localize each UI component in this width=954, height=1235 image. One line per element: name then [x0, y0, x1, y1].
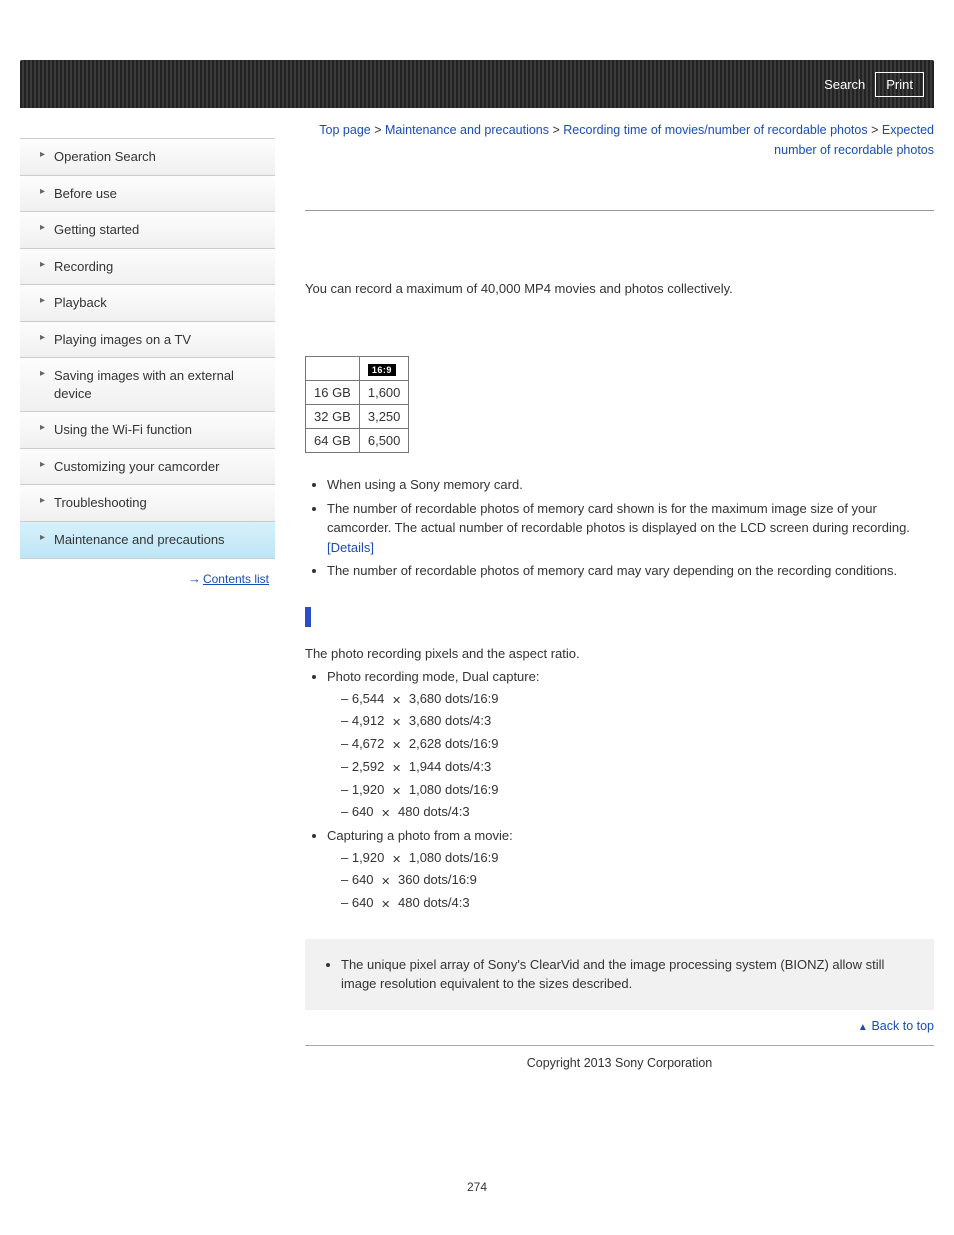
triangle-up-icon: ▲: [858, 1022, 868, 1033]
table-value: 3,250: [359, 405, 409, 429]
mode-item: Photo recording mode, Dual capture: 6,54…: [327, 667, 934, 824]
mode-item: Capturing a photo from a movie: 1,920 ✕ …: [327, 826, 934, 915]
table-value: 6,500: [359, 429, 409, 453]
table-capacity: 64 GB: [306, 429, 360, 453]
sidebar-item-maintenance[interactable]: Maintenance and precautions: [20, 522, 275, 559]
note-text: The number of recordable photos of memor…: [327, 501, 910, 536]
resolution-item: 640 ✕ 360 dots/16:9: [341, 869, 934, 892]
sidebar-item-before-use[interactable]: Before use: [20, 176, 275, 213]
divider: [305, 210, 934, 211]
intro-text: You can record a maximum of 40,000 MP4 m…: [305, 281, 934, 296]
sidebar-item-wifi[interactable]: Using the Wi-Fi function: [20, 412, 275, 449]
breadcrumb-maintenance[interactable]: Maintenance and precautions: [385, 123, 549, 137]
note-box: The unique pixel array of Sony's ClearVi…: [305, 939, 934, 1010]
resolution-item: 4,912 ✕ 3,680 dots/4:3: [341, 710, 934, 733]
resolution-item: 1,920 ✕ 1,080 dots/16:9: [341, 847, 934, 870]
breadcrumb: Top page > Maintenance and precautions >…: [305, 120, 934, 160]
contents-list-link[interactable]: Contents list: [203, 572, 269, 586]
photos-table: 16:9 16 GB 1,600 32 GB 3,250 64 GB 6,500: [305, 356, 409, 453]
resolution-item: 1,920 ✕ 1,080 dots/16:9: [341, 779, 934, 802]
multiply-icon: ✕: [388, 714, 405, 733]
ratio-badge-icon: 16:9: [368, 364, 396, 376]
sidebar-item-operation-search[interactable]: Operation Search: [20, 139, 275, 176]
header-bar: Search Print: [20, 60, 934, 108]
sidebar-item-recording[interactable]: Recording: [20, 249, 275, 286]
page-number: 274: [20, 1180, 934, 1194]
main-content: Top page > Maintenance and precautions >…: [275, 108, 934, 1070]
sidebar: Operation Search Before use Getting star…: [20, 138, 275, 586]
mode-label: Photo recording mode, Dual capture:: [327, 669, 539, 684]
print-button[interactable]: Print: [875, 72, 924, 97]
arrow-right-icon: →: [188, 571, 199, 586]
table-row: 32 GB 3,250: [306, 405, 409, 429]
mode-label: Capturing a photo from a movie:: [327, 828, 513, 843]
multiply-icon: ✕: [377, 805, 394, 824]
multiply-icon: ✕: [388, 851, 405, 870]
resolution-item: 6,544 ✕ 3,680 dots/16:9: [341, 688, 934, 711]
details-link[interactable]: [Details]: [327, 540, 374, 555]
search-link[interactable]: Search: [824, 77, 865, 92]
back-to-top-wrap: ▲ Back to top: [305, 1018, 934, 1033]
notes-list: When using a Sony memory card. The numbe…: [305, 475, 934, 581]
table-capacity: 32 GB: [306, 405, 360, 429]
note-item: The number of recordable photos of memor…: [327, 499, 934, 558]
note-item: The number of recordable photos of memor…: [327, 561, 934, 581]
table-capacity: 16 GB: [306, 381, 360, 405]
multiply-icon: ✕: [377, 896, 394, 915]
multiply-icon: ✕: [388, 692, 405, 711]
resolution-item: 640 ✕ 480 dots/4:3: [341, 892, 934, 915]
sidebar-item-playing-tv[interactable]: Playing images on a TV: [20, 322, 275, 359]
resolution-item: 640 ✕ 480 dots/4:3: [341, 801, 934, 824]
resolution-item: 2,592 ✕ 1,944 dots/4:3: [341, 756, 934, 779]
table-empty-header: [306, 357, 360, 381]
sidebar-item-troubleshooting[interactable]: Troubleshooting: [20, 485, 275, 522]
sidebar-item-saving-external[interactable]: Saving images with an external device: [20, 358, 275, 412]
resolution-list: 6,544 ✕ 3,680 dots/16:9 4,912 ✕ 3,680 do…: [327, 688, 934, 824]
table-value: 1,600: [359, 381, 409, 405]
breadcrumb-recording-time[interactable]: Recording time of movies/number of recor…: [563, 123, 867, 137]
table-ratio-header: 16:9: [359, 357, 409, 381]
contents-list-wrap: → Contents list: [20, 559, 275, 586]
note-item: When using a Sony memory card.: [327, 475, 934, 495]
multiply-icon: ✕: [388, 760, 405, 779]
multiply-icon: ✕: [377, 873, 394, 892]
table-row: 16 GB 1,600: [306, 381, 409, 405]
sidebar-item-playback[interactable]: Playback: [20, 285, 275, 322]
pixels-lead: The photo recording pixels and the aspec…: [305, 644, 934, 664]
back-to-top-link[interactable]: Back to top: [871, 1019, 934, 1033]
footer-copyright: Copyright 2013 Sony Corporation: [305, 1045, 934, 1070]
sidebar-item-customizing[interactable]: Customizing your camcorder: [20, 449, 275, 486]
sidebar-item-getting-started[interactable]: Getting started: [20, 212, 275, 249]
section-marker-icon: [305, 607, 311, 627]
multiply-icon: ✕: [388, 783, 405, 802]
resolution-list: 1,920 ✕ 1,080 dots/16:9 640 ✕ 360 dots/1…: [327, 847, 934, 915]
multiply-icon: ✕: [388, 737, 405, 756]
modes-list: Photo recording mode, Dual capture: 6,54…: [305, 667, 934, 915]
note-box-text: The unique pixel array of Sony's ClearVi…: [341, 955, 920, 994]
breadcrumb-top[interactable]: Top page: [319, 123, 370, 137]
resolution-item: 4,672 ✕ 2,628 dots/16:9: [341, 733, 934, 756]
table-row: 64 GB 6,500: [306, 429, 409, 453]
